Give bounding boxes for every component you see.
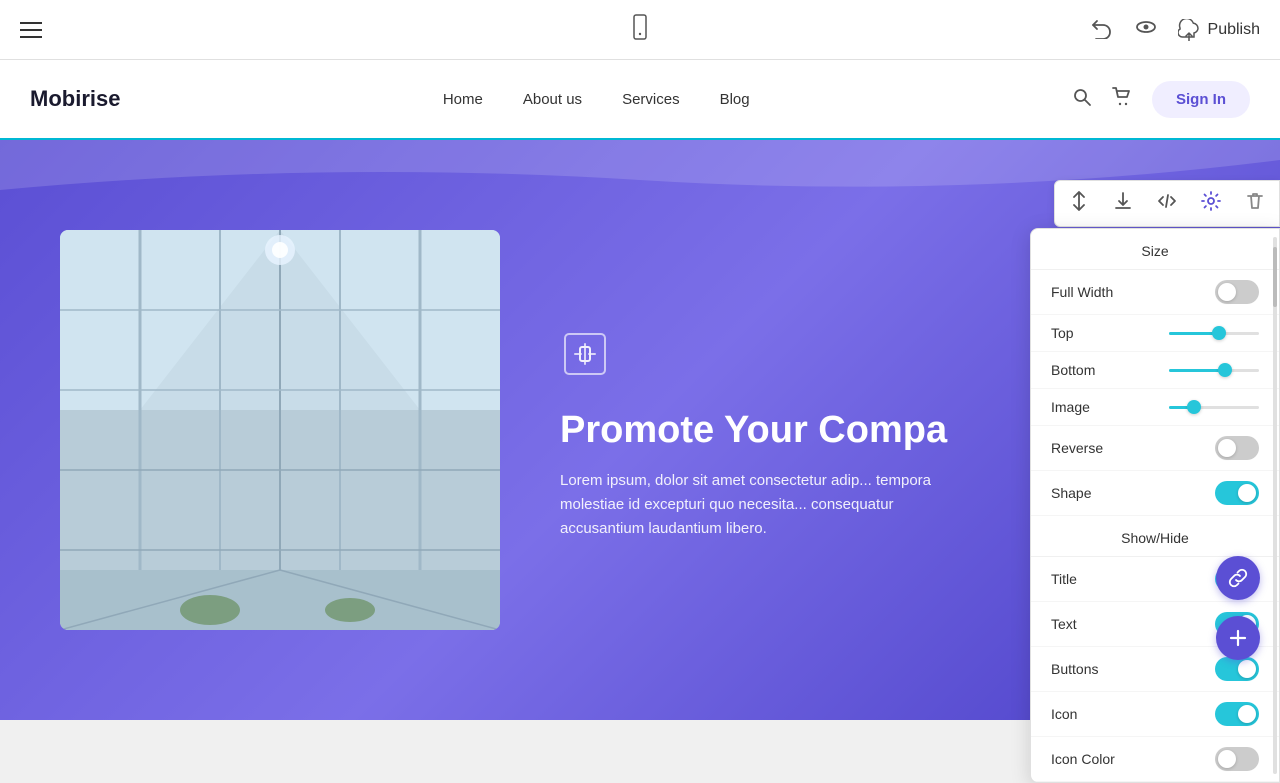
- hamburger-icon: [20, 22, 42, 38]
- link-icon: [1228, 568, 1248, 588]
- image-slider[interactable]: [1169, 406, 1259, 409]
- hero-text: Lorem ipsum, dolor sit amet consectetur …: [560, 469, 980, 541]
- toolbar-left: [20, 22, 42, 38]
- icon-color-row: Icon Color: [1031, 737, 1279, 782]
- nav-right: Sign In: [1072, 81, 1250, 118]
- nav-logo: Mobirise: [30, 86, 120, 112]
- full-width-label: Full Width: [1051, 284, 1113, 300]
- publish-label: Publish: [1208, 21, 1260, 39]
- buttons-toggle[interactable]: [1215, 657, 1259, 681]
- toolbar-center: [626, 13, 654, 47]
- image-label: Image: [1051, 399, 1090, 415]
- undo-button[interactable]: [1090, 15, 1114, 45]
- buttons-slider: [1215, 657, 1259, 681]
- icon-toggle[interactable]: [1215, 702, 1259, 726]
- plus-icon: [1227, 627, 1249, 649]
- image-track: [1169, 406, 1259, 409]
- scrollbar-thumb: [1273, 247, 1277, 307]
- icon-color-toggle[interactable]: [1215, 747, 1259, 771]
- top-slider[interactable]: [1169, 332, 1259, 335]
- cart-icon[interactable]: [1112, 87, 1132, 112]
- bottom-label: Bottom: [1051, 362, 1095, 378]
- bottom-row: Bottom: [1031, 352, 1279, 389]
- code-section-button[interactable]: [1153, 187, 1181, 220]
- top-toolbar: Publish: [0, 0, 1280, 60]
- bottom-slider[interactable]: [1169, 369, 1259, 372]
- section-toolbar: [1054, 180, 1280, 227]
- bottom-thumb[interactable]: [1218, 363, 1232, 377]
- fab-link-button[interactable]: [1216, 556, 1260, 600]
- nav-link-about[interactable]: About us: [523, 91, 582, 108]
- move-section-button[interactable]: [1065, 187, 1093, 220]
- bottom-fill: [1169, 369, 1225, 372]
- reverse-row: Reverse: [1031, 426, 1279, 471]
- mobile-preview-button[interactable]: [626, 13, 654, 47]
- hamburger-menu-button[interactable]: [20, 22, 42, 38]
- size-section-title: Size: [1031, 229, 1279, 270]
- settings-section-button[interactable]: [1197, 187, 1225, 220]
- fab-add-button[interactable]: [1216, 616, 1260, 660]
- page-wrapper: Publish Mobirise Home About us Services …: [0, 0, 1280, 720]
- undo-icon: [1090, 15, 1114, 39]
- icon-slider: [1215, 702, 1259, 726]
- scrollbar[interactable]: [1273, 237, 1277, 774]
- reverse-label: Reverse: [1051, 440, 1103, 456]
- preview-button[interactable]: [1134, 15, 1158, 45]
- delete-section-button[interactable]: [1241, 187, 1269, 220]
- shape-toggle[interactable]: [1215, 481, 1259, 505]
- eye-icon: [1134, 15, 1158, 39]
- image-thumb[interactable]: [1187, 400, 1201, 414]
- text-label: Text: [1051, 616, 1077, 632]
- full-width-row: Full Width: [1031, 270, 1279, 315]
- icon-color-label: Icon Color: [1051, 751, 1115, 767]
- mobile-icon: [626, 13, 654, 41]
- top-track: [1169, 332, 1259, 335]
- nav-links: Home About us Services Blog: [443, 91, 750, 108]
- top-row: Top: [1031, 315, 1279, 352]
- top-thumb[interactable]: [1212, 326, 1226, 340]
- hero-image-container: [60, 230, 500, 630]
- search-icon[interactable]: [1072, 87, 1092, 112]
- nav-link-services[interactable]: Services: [622, 91, 680, 108]
- reverse-toggle[interactable]: [1215, 436, 1259, 460]
- title-label: Title: [1051, 571, 1077, 587]
- sign-in-button[interactable]: Sign In: [1152, 81, 1250, 118]
- reverse-slider: [1215, 436, 1259, 460]
- top-label: Top: [1051, 325, 1074, 341]
- download-section-button[interactable]: [1109, 187, 1137, 220]
- toolbar-right: Publish: [1090, 15, 1260, 45]
- nav-bar: Mobirise Home About us Services Blog: [0, 60, 1280, 140]
- icon-color-slider: [1215, 747, 1259, 771]
- nav-link-blog[interactable]: Blog: [720, 91, 750, 108]
- full-width-toggle[interactable]: [1215, 280, 1259, 304]
- settings-panel: Size Full Width Top Bottom: [1030, 228, 1280, 783]
- shape-row: Shape: [1031, 471, 1279, 516]
- publish-button[interactable]: Publish: [1178, 19, 1260, 41]
- full-width-slider: [1215, 280, 1259, 304]
- buttons-label: Buttons: [1051, 661, 1098, 677]
- nav-link-home[interactable]: Home: [443, 91, 483, 108]
- bottom-track: [1169, 369, 1259, 372]
- upload-cloud-icon: [1178, 19, 1200, 41]
- icon-row: Icon: [1031, 692, 1279, 737]
- show-hide-title: Show/Hide: [1031, 516, 1279, 557]
- shape-label: Shape: [1051, 485, 1091, 501]
- building-image: [60, 230, 500, 630]
- shape-slider: [1215, 481, 1259, 505]
- image-row: Image: [1031, 389, 1279, 426]
